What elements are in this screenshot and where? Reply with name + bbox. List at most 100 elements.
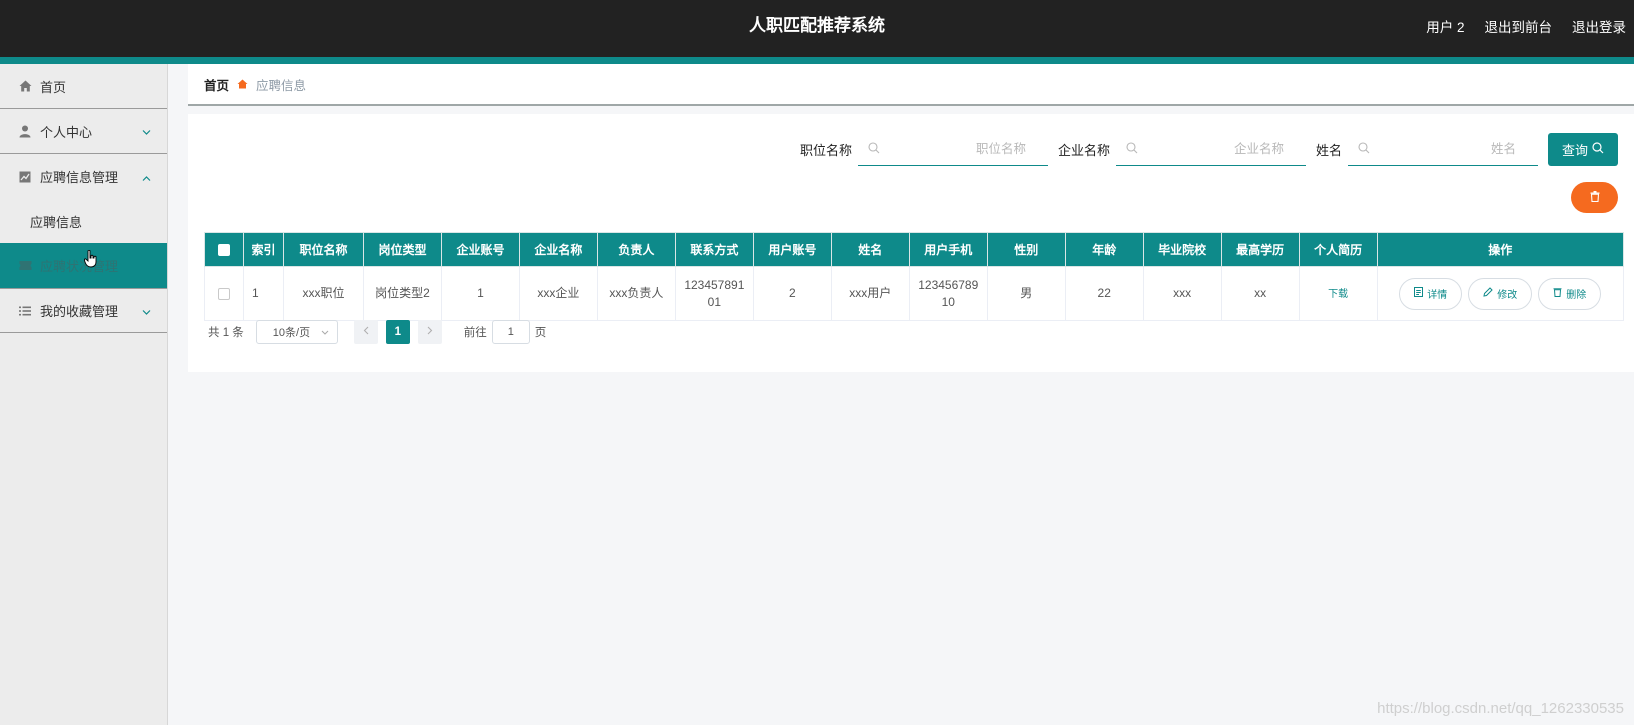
column-header: 年龄	[1064, 232, 1144, 267]
edit-button-label: 修改	[1497, 290, 1518, 301]
user-icon	[18, 124, 32, 138]
position-name-label: 职位名称	[799, 142, 852, 158]
breadcrumb: 首页 应聘信息	[188, 64, 1634, 106]
cell-manager: xxx负责人	[596, 266, 676, 321]
select-all-checkbox[interactable]	[217, 244, 230, 257]
breadcrumb-home[interactable]: 首页	[204, 75, 229, 94]
name-input[interactable]	[1348, 132, 1538, 165]
column-header: 企业账号	[440, 232, 520, 267]
sidebar: 首页 个人中心 应聘信息管理 应聘信息 应聘状况管理 我的收藏管理	[0, 64, 168, 725]
column-header: 职位名称	[282, 232, 365, 267]
query-button-label: 查询	[1561, 142, 1588, 158]
sidebar-item-label: 个人中心	[40, 124, 93, 140]
chevron-right-icon	[427, 326, 433, 338]
cell-contact: 123457891 01	[674, 266, 754, 321]
sidebar-item-label: 我的收藏管理	[40, 304, 119, 319]
name-field	[1348, 132, 1538, 166]
sidebar-item-application-management[interactable]: 应聘信息管理	[0, 154, 167, 199]
column-header: 索引	[242, 232, 284, 267]
column-header: 用户账号	[752, 232, 832, 267]
next-page-button[interactable]	[417, 320, 442, 344]
chevron-down-icon	[321, 326, 329, 338]
sidebar-item-favorites-management[interactable]: 我的收藏管理	[0, 288, 167, 333]
query-button[interactable]: 查询	[1548, 132, 1618, 166]
column-header: 企业名称	[518, 232, 598, 267]
cell-index: 1	[242, 266, 284, 321]
header-accent-strip	[0, 57, 1634, 64]
batch-delete-button[interactable]	[1571, 182, 1618, 213]
edit-icon	[1483, 287, 1494, 300]
cell-phone: 123456789 10	[908, 266, 988, 321]
column-header: 联系方式	[674, 232, 754, 267]
column-header: 毕业院校	[1142, 232, 1222, 267]
page-number-current[interactable]: 1	[385, 320, 410, 344]
mouse-pointer-icon	[84, 249, 98, 271]
column-header: 个人简历	[1298, 232, 1378, 267]
cell-resume: 下载	[1298, 266, 1378, 321]
company-name-input[interactable]	[1115, 132, 1306, 165]
row-select-cell	[204, 266, 244, 321]
watermark: https://blog.csdn.net/qq_1262330535	[1377, 700, 1624, 717]
cell-gender: 男	[986, 266, 1066, 321]
trash-icon	[1553, 287, 1562, 300]
contact-line-2: 01	[707, 294, 722, 309]
cell-age: 22	[1064, 266, 1144, 321]
logout-link[interactable]: 退出登录	[1572, 16, 1626, 36]
exit-to-front-link[interactable]: 退出到前台	[1485, 16, 1553, 36]
sidebar-item-label: 应聘信息管理	[40, 170, 119, 185]
sidebar-item-label: 应聘状况管理	[40, 259, 119, 274]
page-size-select[interactable]: 10条/页	[255, 320, 338, 344]
chevron-down-icon	[142, 303, 151, 318]
page-size-value: 10条/页	[272, 327, 311, 339]
detail-button[interactable]: 详情	[1399, 277, 1463, 310]
trash-icon	[1590, 190, 1600, 205]
cell-degree: xx	[1220, 266, 1300, 321]
chevron-left-icon	[363, 326, 369, 338]
cell-user-account: 2	[752, 266, 832, 321]
cell-actions: 详情 修改 删除	[1376, 266, 1625, 321]
delete-button[interactable]: 删除	[1538, 277, 1602, 310]
sidebar-subitem-application-info[interactable]: 应聘信息	[0, 199, 167, 243]
cell-company-name: xxx企业	[518, 266, 598, 321]
sidebar-item-home[interactable]: 首页	[0, 64, 167, 109]
column-header: 操作	[1376, 232, 1625, 267]
page-unit-label: 页	[534, 327, 547, 339]
column-header: 姓名	[830, 232, 910, 267]
position-name-input[interactable]	[857, 132, 1048, 165]
phone-line-2: 10	[941, 294, 955, 309]
resume-download-link[interactable]: 下载	[1328, 289, 1348, 300]
goto-page-input[interactable]	[491, 320, 530, 344]
cell-post-type: 岗位类型2	[363, 266, 442, 321]
cell-school: xxx	[1142, 266, 1222, 321]
home-icon	[18, 79, 32, 93]
column-header: 最高学历	[1220, 232, 1300, 267]
cell-position: xxx职位	[282, 266, 365, 321]
cell-company-account: 1	[440, 266, 520, 321]
search-icon	[1592, 141, 1604, 157]
column-header: 用户手机	[908, 232, 988, 267]
delete-button-label: 删除	[1566, 290, 1587, 301]
position-name-field	[857, 132, 1048, 166]
goto-label: 前往	[463, 327, 487, 339]
sidebar-item-label: 首页	[40, 79, 67, 95]
search-icon	[868, 142, 880, 157]
list-icon	[18, 304, 32, 318]
edit-button[interactable]: 修改	[1468, 277, 1533, 310]
search-icon	[1358, 142, 1370, 157]
column-header: 负责人	[596, 232, 676, 267]
chart-icon	[18, 170, 32, 184]
prev-page-button[interactable]	[353, 320, 378, 344]
pagination: 共 1 条 10条/页 1 前往 页	[208, 319, 546, 345]
row-checkbox[interactable]	[217, 287, 230, 300]
top-bar: 人职匹配推荐系统 用户 2 退出到前台 退出登录	[0, 0, 1634, 57]
chevron-down-icon	[142, 124, 151, 139]
name-label: 姓名	[1315, 142, 1342, 158]
table-header-row: 索引 职位名称 岗位类型 企业账号 企业名称 负责人 联系方式 用户账号 姓名 …	[204, 232, 1625, 267]
company-name-field	[1115, 132, 1306, 166]
page-jump: 前往 页	[463, 320, 547, 344]
document-icon	[1414, 287, 1424, 300]
sidebar-item-personal-center[interactable]: 个人中心	[0, 109, 167, 154]
detail-button-label: 详情	[1427, 290, 1448, 301]
search-form: 职位名称 企业名称 姓名 查询	[800, 132, 1618, 166]
total-count: 共 1 条	[208, 327, 244, 339]
